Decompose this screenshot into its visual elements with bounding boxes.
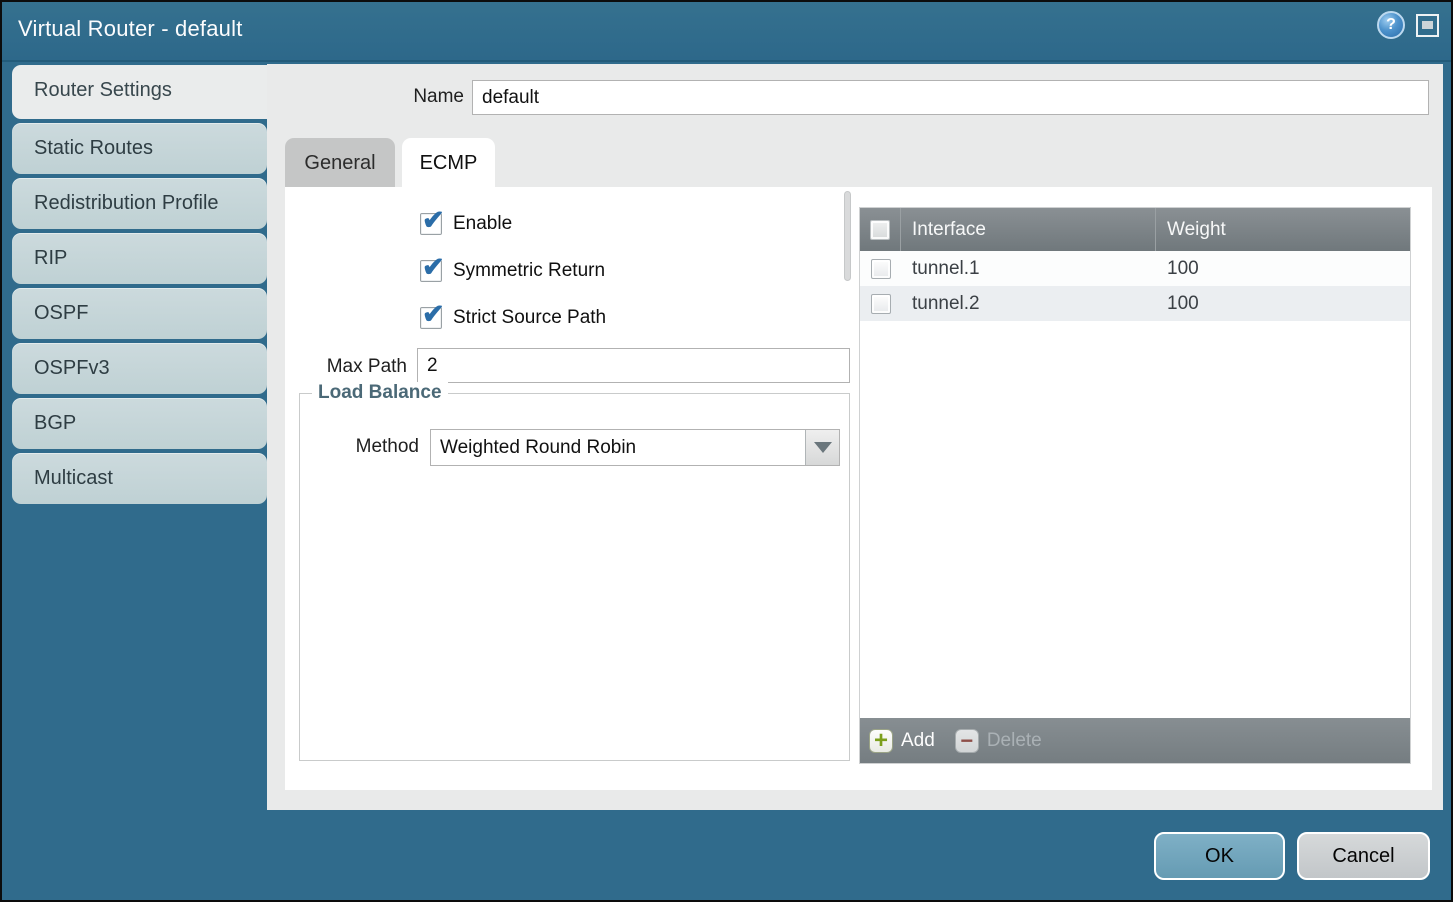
- form-scrollbar[interactable]: [844, 191, 851, 281]
- restore-window-icon[interactable]: [1416, 14, 1439, 37]
- delete-button[interactable]: − Delete: [955, 729, 1042, 753]
- interface-column-header[interactable]: Interface: [901, 208, 1156, 251]
- sidebar-item-multicast[interactable]: Multicast: [12, 453, 267, 504]
- table-footer: + Add − Delete: [860, 718, 1410, 763]
- name-input[interactable]: [472, 80, 1429, 115]
- max-path-input[interactable]: [417, 348, 850, 383]
- row-checkbox[interactable]: [871, 259, 891, 279]
- select-all-cell: [860, 208, 901, 251]
- row-select-cell: [860, 251, 901, 286]
- help-icon[interactable]: ?: [1377, 11, 1405, 39]
- ecmp-tab-content: Enable Symmetric Return Strict Source Pa…: [285, 187, 1432, 790]
- dialog-titlebar: Virtual Router - default ?: [2, 2, 1451, 62]
- strict-source-path-checkbox[interactable]: [420, 307, 442, 329]
- sidebar-item-bgp[interactable]: BGP: [12, 398, 267, 449]
- select-all-checkbox[interactable]: [870, 220, 890, 240]
- chevron-down-icon: [814, 442, 832, 453]
- dialog-title: Virtual Router - default: [18, 16, 243, 42]
- sidebar-item-ospfv3[interactable]: OSPFv3: [12, 343, 267, 394]
- name-label: Name: [347, 80, 464, 114]
- sidebar-item-static-routes[interactable]: Static Routes: [12, 123, 267, 174]
- interface-weight-table: Interface Weight tunnel.1 100 tunnel.2 1…: [859, 207, 1411, 764]
- enable-label: Enable: [453, 213, 512, 235]
- sidebar-item-rip[interactable]: RIP: [12, 233, 267, 284]
- table-row[interactable]: tunnel.1 100: [860, 251, 1410, 286]
- row-select-cell: [860, 286, 901, 321]
- table-row[interactable]: tunnel.2 100: [860, 286, 1410, 321]
- symmetric-return-checkbox[interactable]: [420, 260, 442, 282]
- load-balance-legend: Load Balance: [312, 382, 448, 404]
- method-label: Method: [320, 429, 419, 465]
- add-button[interactable]: + Add: [869, 729, 935, 753]
- strict-source-path-label: Strict Source Path: [453, 307, 606, 329]
- router-settings-panel: Name General ECMP Enable Symmetric Retur…: [267, 64, 1443, 810]
- sidebar-item-redistribution-profile[interactable]: Redistribution Profile: [12, 178, 267, 229]
- enable-row: Enable: [420, 212, 512, 236]
- method-value: Weighted Round Robin: [440, 430, 636, 465]
- enable-checkbox[interactable]: [420, 213, 442, 235]
- interface-cell: tunnel.1: [901, 251, 1156, 286]
- max-path-label: Max Path: [285, 350, 407, 384]
- plus-icon: +: [869, 729, 893, 753]
- load-balance-fieldset: Load Balance Method Weighted Round Robin: [299, 393, 850, 761]
- table-header: Interface Weight: [860, 208, 1410, 251]
- tab-ecmp[interactable]: ECMP: [402, 138, 495, 188]
- weight-column-header[interactable]: Weight: [1156, 208, 1410, 251]
- symmetric-return-row: Symmetric Return: [420, 259, 605, 283]
- delete-button-label: Delete: [987, 730, 1042, 752]
- row-checkbox[interactable]: [871, 294, 891, 314]
- tab-general[interactable]: General: [285, 138, 395, 188]
- add-button-label: Add: [901, 730, 935, 752]
- minus-icon: −: [955, 729, 979, 753]
- table-empty-area: [860, 321, 1410, 718]
- sidebar-item-router-settings[interactable]: Router Settings: [12, 65, 269, 119]
- strict-source-path-row: Strict Source Path: [420, 306, 606, 330]
- symmetric-return-label: Symmetric Return: [453, 260, 605, 282]
- interface-cell: tunnel.2: [901, 286, 1156, 321]
- ok-button[interactable]: OK: [1154, 832, 1285, 880]
- virtual-router-dialog: Virtual Router - default ? Router Settin…: [0, 0, 1453, 902]
- weight-cell: 100: [1156, 251, 1410, 286]
- method-dropdown-trigger[interactable]: [805, 430, 839, 465]
- method-select[interactable]: Weighted Round Robin: [430, 429, 840, 466]
- sidebar-item-ospf[interactable]: OSPF: [12, 288, 267, 339]
- weight-cell: 100: [1156, 286, 1410, 321]
- cancel-button[interactable]: Cancel: [1297, 832, 1430, 880]
